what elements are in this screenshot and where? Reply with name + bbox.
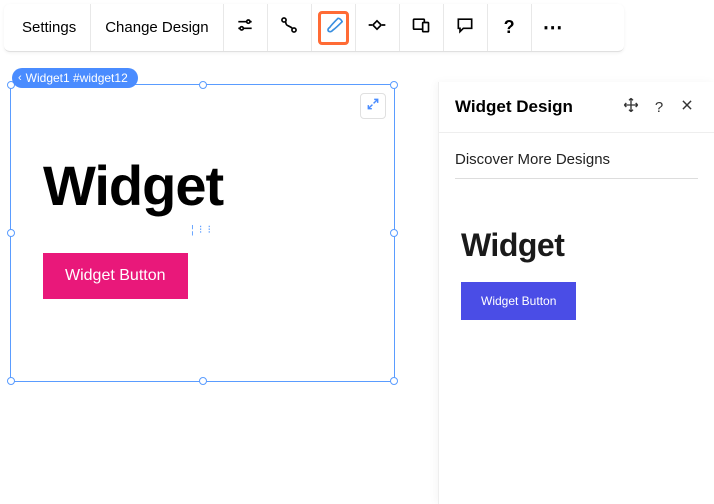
move-icon bbox=[623, 97, 639, 117]
expand-icon bbox=[366, 97, 380, 116]
panel-subtitle: Discover More Designs bbox=[455, 151, 698, 179]
resize-handle[interactable] bbox=[7, 229, 15, 237]
expand-button[interactable] bbox=[360, 93, 386, 119]
toolbar: Settings Change Design ? bbox=[4, 4, 624, 52]
diamond-stretch-icon bbox=[367, 15, 387, 40]
responsive-button[interactable] bbox=[400, 4, 444, 51]
panel-title: Widget Design bbox=[455, 97, 614, 117]
connector-icon bbox=[279, 15, 299, 40]
sliders-icon bbox=[235, 15, 255, 40]
preview-button: Widget Button bbox=[461, 282, 576, 320]
more-button[interactable]: ⋯ bbox=[532, 4, 576, 51]
resize-handle[interactable] bbox=[390, 81, 398, 89]
preview-heading: Widget bbox=[461, 227, 692, 264]
breadcrumb-label: Widget1 #widget12 bbox=[26, 71, 128, 85]
change-design-button[interactable]: Change Design bbox=[91, 4, 223, 51]
more-icon: ⋯ bbox=[543, 15, 565, 40]
widget-heading[interactable]: Widget bbox=[43, 153, 223, 218]
comment-button[interactable] bbox=[444, 4, 488, 51]
spacing-guide: ¦ ⁝ ⁝ bbox=[191, 223, 212, 236]
help-button[interactable]: ? bbox=[488, 4, 532, 51]
close-panel-button[interactable] bbox=[676, 96, 698, 118]
animation-button[interactable] bbox=[268, 4, 312, 51]
help-icon: ? bbox=[655, 99, 663, 116]
breadcrumb[interactable]: ‹ Widget1 #widget12 bbox=[12, 68, 138, 88]
resize-handle[interactable] bbox=[199, 377, 207, 385]
move-panel-button[interactable] bbox=[620, 96, 642, 118]
chevron-left-icon: ‹ bbox=[18, 72, 22, 84]
widget-button[interactable]: Widget Button bbox=[43, 253, 188, 299]
resize-handle[interactable] bbox=[390, 377, 398, 385]
comment-icon bbox=[455, 15, 475, 40]
settings-button[interactable]: Settings bbox=[8, 4, 91, 51]
resize-handle[interactable] bbox=[199, 81, 207, 89]
widget-design-panel: Widget Design ? Discover More Designs Wi… bbox=[438, 82, 714, 504]
brush-icon bbox=[323, 15, 343, 40]
panel-header: Widget Design ? bbox=[439, 82, 714, 133]
panel-section: Discover More Designs bbox=[439, 133, 714, 185]
design-preview-card[interactable]: Widget Widget Button bbox=[451, 209, 702, 346]
panel-help-button[interactable]: ? bbox=[648, 96, 670, 118]
stretch-button[interactable] bbox=[356, 4, 400, 51]
resize-handle[interactable] bbox=[7, 377, 15, 385]
help-icon: ? bbox=[504, 17, 515, 38]
resize-handle[interactable] bbox=[390, 229, 398, 237]
selected-widget-frame[interactable]: Widget ¦ ⁝ ⁝ Widget Button bbox=[10, 84, 395, 382]
filters-button[interactable] bbox=[224, 4, 268, 51]
devices-icon bbox=[411, 15, 431, 40]
design-brush-button[interactable] bbox=[312, 4, 356, 51]
close-icon bbox=[680, 98, 694, 116]
